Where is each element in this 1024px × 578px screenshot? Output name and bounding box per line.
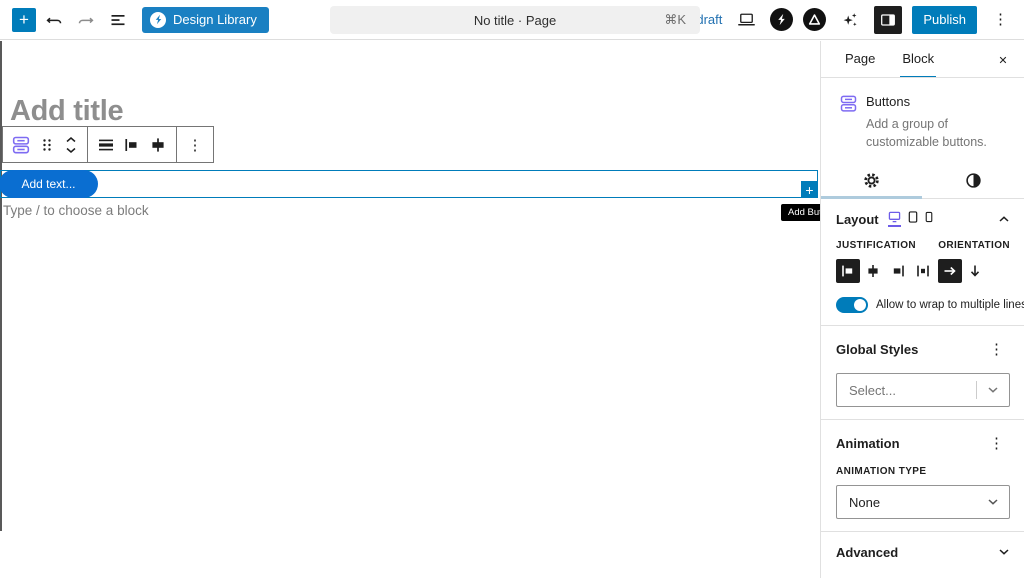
advanced-title: Advanced	[836, 545, 898, 560]
buttons-block-icon	[838, 93, 859, 114]
contrast-icon	[965, 172, 982, 189]
justify-center-button[interactable]	[861, 259, 885, 283]
options-menu-icon[interactable]: ⋮	[987, 8, 1014, 31]
wrap-toggle-label: Allow to wrap to multiple lines	[876, 299, 1024, 311]
redo-icon[interactable]	[72, 6, 100, 34]
block-card-description: Add a group of customizable buttons.	[866, 115, 1008, 151]
chevron-down-icon	[987, 386, 999, 394]
layout-panel: Layout JUSTIFICATION	[821, 199, 1024, 326]
orientation-label: ORIENTATION	[938, 240, 1010, 251]
active-tool-tab-indicator	[821, 196, 922, 199]
stackable-settings-icon[interactable]	[770, 8, 793, 31]
orientation-horizontal-button[interactable]	[938, 259, 962, 283]
justification-label: JUSTIFICATION	[836, 240, 935, 251]
button-text-placeholder: Add text...	[21, 177, 75, 191]
animation-menu-icon[interactable]: ⋮	[983, 432, 1010, 455]
tablet-icon[interactable]	[908, 211, 918, 227]
chevron-down-icon	[987, 498, 999, 506]
block-card: Buttons Add a group of customizable butt…	[821, 78, 1024, 163]
block-options-icon[interactable]: ⋮	[182, 132, 208, 158]
tab-styles[interactable]	[923, 163, 1024, 198]
desktop-icon[interactable]	[888, 211, 901, 227]
drag-handle-icon[interactable]	[34, 132, 60, 158]
justify-center-icon[interactable]	[145, 132, 171, 158]
block-mover[interactable]	[60, 136, 82, 154]
ai-sparkles-icon[interactable]	[836, 6, 864, 34]
animation-type-value: None	[849, 495, 880, 510]
document-title: No title · Page	[474, 13, 556, 28]
orientation-vertical-button[interactable]	[963, 259, 987, 283]
layout-panel-title: Layout	[836, 212, 879, 227]
sidebar-tabs: Page Block ✕	[821, 41, 1024, 78]
close-sidebar-icon[interactable]: ✕	[992, 49, 1014, 71]
align-none-icon[interactable]	[93, 132, 119, 158]
tab-settings[interactable]	[821, 163, 923, 198]
block-card-title: Buttons	[866, 94, 1008, 109]
document-title-bar[interactable]: No title · Page ⌘K	[330, 6, 700, 34]
empty-paragraph-placeholder[interactable]: Type / to choose a block	[3, 203, 149, 218]
tab-page[interactable]: Page	[843, 41, 877, 77]
mobile-icon[interactable]	[925, 211, 933, 227]
selected-block-outline	[0, 170, 818, 198]
wrap-toggle[interactable]	[836, 297, 868, 313]
gear-icon	[863, 172, 880, 189]
buttons-block-icon[interactable]	[8, 132, 34, 158]
animation-title: Animation	[836, 436, 900, 451]
advanced-panel-toggle[interactable]: Advanced	[821, 532, 1024, 572]
undo-icon[interactable]	[40, 6, 68, 34]
global-styles-title: Global Styles	[836, 342, 918, 357]
toggle-knob	[854, 299, 866, 311]
post-title-placeholder[interactable]: Add title	[10, 95, 123, 128]
move-up-icon	[65, 136, 77, 144]
justify-left-icon[interactable]	[119, 132, 145, 158]
select-divider	[976, 381, 977, 399]
design-library-button[interactable]: Design Library	[142, 7, 269, 33]
justify-left-button[interactable]	[836, 259, 860, 283]
stackable-logo-icon	[150, 12, 166, 28]
global-styles-select-placeholder: Select...	[849, 383, 896, 398]
justify-space-between-button[interactable]	[911, 259, 935, 283]
settings-sidebar-toggle[interactable]	[874, 6, 902, 34]
global-styles-panel: Global Styles ⋮ Select...	[821, 326, 1024, 420]
chevron-down-icon	[998, 548, 1010, 556]
inspector-tool-tabs	[821, 163, 1024, 199]
block-toolbar: ⋮	[2, 126, 214, 163]
canvas-left-edge	[0, 41, 2, 531]
command-shortcut: ⌘K	[664, 12, 686, 28]
animation-panel: Animation ⋮ ANIMATION TYPE None	[821, 420, 1024, 532]
tab-block[interactable]: Block	[900, 41, 936, 77]
collapse-panel-icon[interactable]	[998, 215, 1010, 223]
button-block[interactable]: Add text...	[0, 170, 98, 198]
global-styles-select[interactable]: Select...	[836, 373, 1010, 407]
block-inserter-button[interactable]: +	[12, 8, 36, 32]
justify-right-button[interactable]	[886, 259, 910, 283]
animation-type-label: ANIMATION TYPE	[836, 466, 1010, 477]
design-library-label: Design Library	[173, 12, 257, 27]
list-view-icon[interactable]	[104, 6, 132, 34]
animation-type-select[interactable]: None	[836, 485, 1010, 519]
add-button-appender[interactable]: +	[801, 181, 818, 198]
global-styles-menu-icon[interactable]: ⋮	[983, 338, 1010, 361]
editor-top-bar: + Design Library No title · Page ⌘K Save…	[0, 0, 1024, 40]
move-down-icon	[65, 146, 77, 154]
settings-sidebar: Page Block ✕ Buttons Add a group of cust…	[820, 41, 1024, 578]
preview-device-icon[interactable]	[732, 6, 760, 34]
assistant-logo-icon[interactable]	[803, 8, 826, 31]
publish-button[interactable]: Publish	[912, 6, 977, 34]
editor-canvas: Add title ⋮	[0, 41, 820, 578]
